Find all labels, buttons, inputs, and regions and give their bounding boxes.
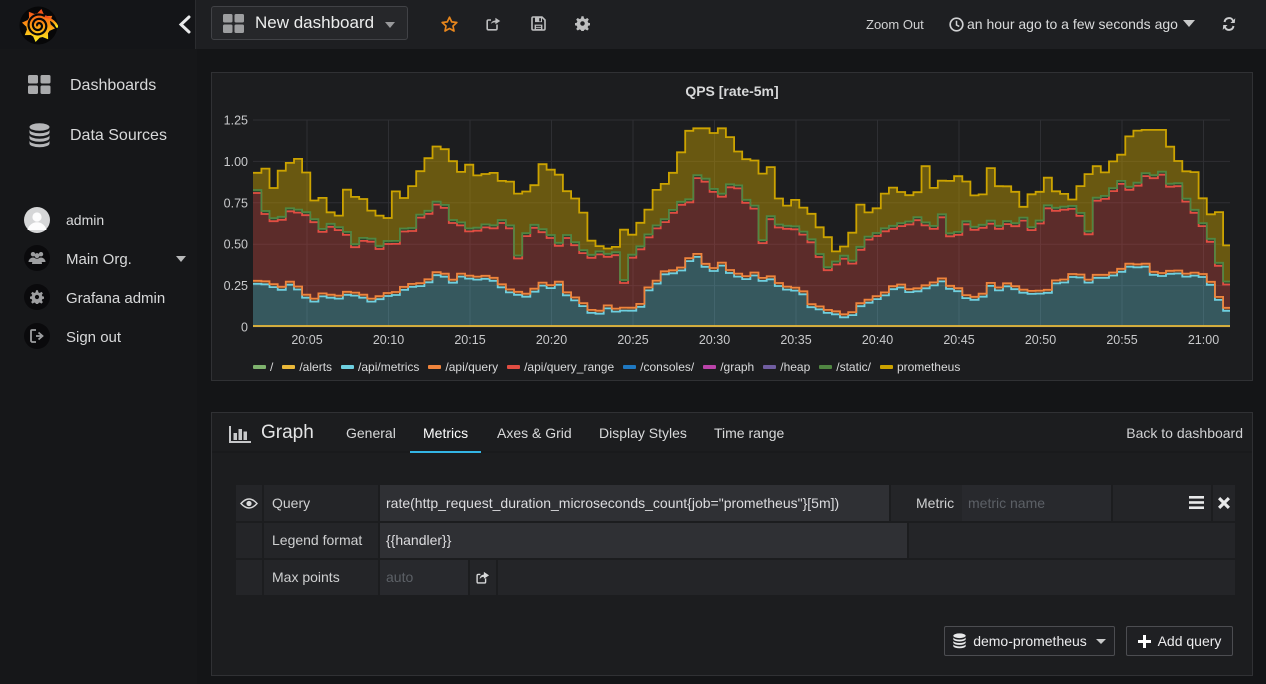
svg-text:0.25: 0.25 — [224, 279, 248, 293]
svg-text:20:45: 20:45 — [943, 333, 974, 347]
svg-text:20:05: 20:05 — [291, 333, 322, 347]
svg-text:20:50: 20:50 — [1025, 333, 1056, 347]
svg-text:0.50: 0.50 — [224, 238, 248, 252]
svg-text:20:15: 20:15 — [454, 333, 485, 347]
svg-text:1.25: 1.25 — [224, 114, 248, 128]
svg-text:20:10: 20:10 — [373, 333, 404, 347]
svg-text:20:40: 20:40 — [862, 333, 893, 347]
svg-text:20:30: 20:30 — [699, 333, 730, 347]
svg-text:0.75: 0.75 — [224, 196, 248, 210]
svg-text:20:35: 20:35 — [780, 333, 811, 347]
svg-text:21:00: 21:00 — [1188, 333, 1219, 347]
svg-text:20:20: 20:20 — [536, 333, 567, 347]
svg-text:20:55: 20:55 — [1106, 333, 1137, 347]
svg-text:20:25: 20:25 — [617, 333, 648, 347]
svg-text:1.00: 1.00 — [224, 155, 248, 169]
svg-text:0: 0 — [241, 321, 248, 335]
